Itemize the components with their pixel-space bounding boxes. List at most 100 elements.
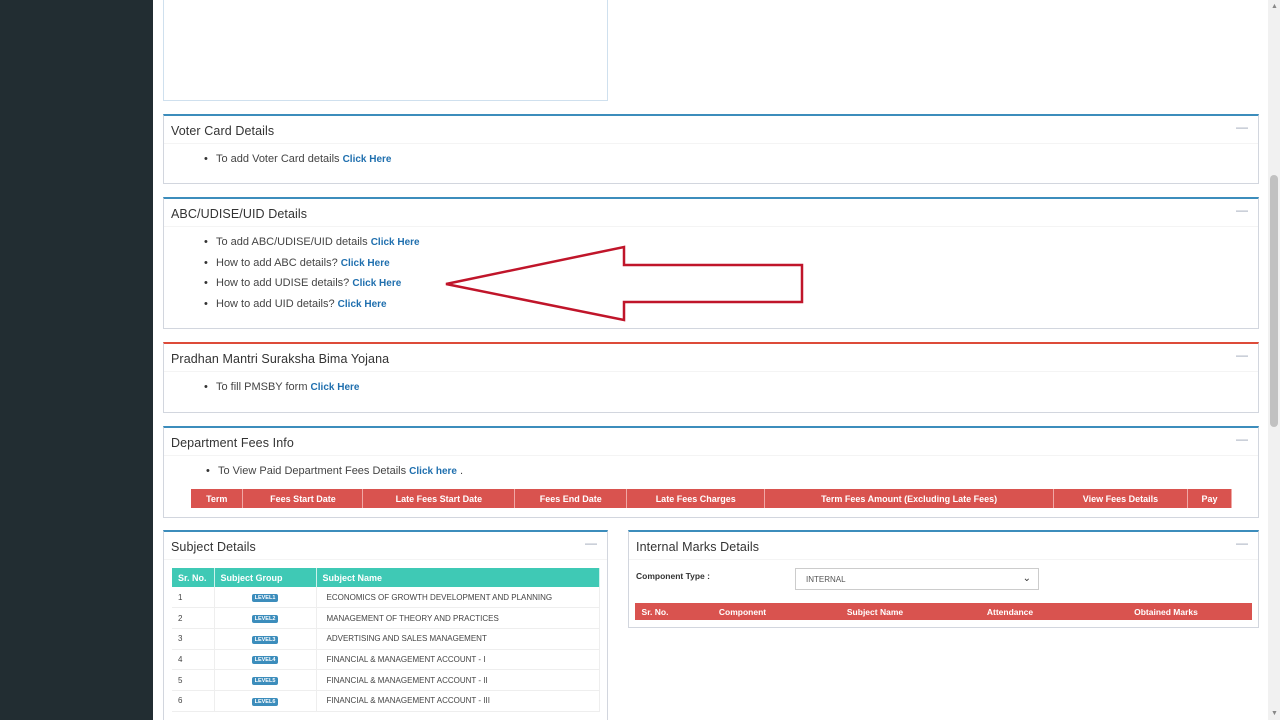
sr-cell: 2 bbox=[172, 607, 215, 629]
subject-name-cell: FINANCIAL & MANAGEMENT ACCOUNT - I bbox=[316, 649, 600, 671]
th-subject-group: Subject Group bbox=[214, 568, 317, 587]
table-header-row: Sr. No. Component Subject Name Attendanc… bbox=[635, 603, 1252, 620]
component-type-select[interactable]: INTERNAL ⌄ bbox=[795, 568, 1039, 590]
table-header-row: Term Fees Start Date Late Fees Start Dat… bbox=[191, 489, 1233, 508]
list-item: To add Voter Card details Click Here bbox=[204, 149, 1258, 170]
level-badge: LEVEL6 bbox=[251, 697, 279, 706]
th-pay: Pay bbox=[1187, 489, 1233, 508]
sr-cell: 6 bbox=[172, 690, 215, 712]
marks-table: Sr. No. Component Subject Name Attendanc… bbox=[635, 603, 1252, 620]
internal-marks-panel: Internal Marks Details — Component Type … bbox=[628, 530, 1259, 628]
sr-cell: 3 bbox=[172, 628, 215, 650]
list-item: How to add ABC details? Click Here bbox=[204, 253, 1258, 274]
list-item: To add ABC/UDISE/UID details Click Here bbox=[204, 232, 1258, 253]
sr-cell: 1 bbox=[172, 587, 215, 609]
top-partial-panel bbox=[163, 0, 608, 101]
level-badge: LEVEL5 bbox=[251, 677, 279, 686]
fees-click-here-link[interactable]: Click here bbox=[409, 466, 457, 477]
list-item: To fill PMSBY form Click Here bbox=[204, 377, 1258, 398]
subject-name-cell: ECONOMICS OF GROWTH DEVELOPMENT AND PLAN… bbox=[316, 587, 600, 609]
subject-table: Sr. No. Subject Group Subject Name 1 LEV… bbox=[172, 568, 600, 712]
list-item-text: To View Paid Department Fees Details bbox=[218, 465, 410, 477]
uid-how-click-here-link[interactable]: Click Here bbox=[338, 299, 387, 310]
table-row: 4 LEVEL4 FINANCIAL & MANAGEMENT ACCOUNT … bbox=[172, 649, 600, 671]
abc-add-click-here-link[interactable]: Click Here bbox=[371, 237, 420, 248]
list-item-text: To add Voter Card details bbox=[216, 153, 343, 165]
minus-icon[interactable]: — bbox=[1236, 204, 1248, 216]
table-row: 6 LEVEL6 FINANCIAL & MANAGEMENT ACCOUNT … bbox=[172, 690, 600, 712]
subject-title: Subject Details bbox=[171, 540, 256, 554]
voter-card-panel: Voter Card Details — To add Voter Card d… bbox=[163, 114, 1259, 184]
th-term: Term bbox=[191, 489, 244, 508]
list-item-suffix: . bbox=[456, 465, 464, 477]
th-late-fees-start-date: Late Fees Start Date bbox=[362, 489, 516, 508]
sidebar bbox=[0, 0, 153, 720]
th-fees-end-date: Fees End Date bbox=[514, 489, 628, 508]
list-item: How to add UID details? Click Here bbox=[204, 294, 1258, 315]
scroll-up-icon[interactable]: ▲ bbox=[1271, 3, 1278, 10]
abc-title: ABC/UDISE/UID Details bbox=[171, 207, 308, 221]
component-type-label: Component Type : bbox=[636, 571, 710, 581]
table-row: 2 LEVEL2 MANAGEMENT OF THEORY AND PRACTI… bbox=[172, 607, 600, 629]
voter-card-title: Voter Card Details bbox=[171, 124, 275, 138]
abc-header: ABC/UDISE/UID Details — bbox=[164, 199, 1258, 227]
marks-title: Internal Marks Details bbox=[636, 540, 760, 554]
minus-icon[interactable]: — bbox=[1236, 433, 1248, 445]
th-component: Component bbox=[675, 603, 810, 620]
scrollbar-thumb[interactable] bbox=[1270, 175, 1278, 427]
subject-name-cell: ADVERTISING AND SALES MANAGEMENT bbox=[316, 628, 600, 650]
th-sr-no: Sr. No. bbox=[172, 568, 215, 587]
voter-click-here-link[interactable]: Click Here bbox=[343, 154, 392, 165]
th-obtained-marks: Obtained Marks bbox=[1080, 603, 1252, 620]
th-subject-name: Subject Name bbox=[316, 568, 600, 587]
sr-cell: 5 bbox=[172, 669, 215, 691]
list-item-text: How to add UID details? bbox=[216, 297, 338, 310]
abc-how-click-here-link[interactable]: Click Here bbox=[341, 258, 390, 269]
fees-title: Department Fees Info bbox=[171, 436, 294, 450]
subject-name-cell: MANAGEMENT OF THEORY AND PRACTICES bbox=[316, 607, 600, 629]
th-late-fees-charges: Late Fees Charges bbox=[626, 489, 766, 508]
level-badge: LEVEL1 bbox=[251, 594, 279, 603]
department-fees-panel: Department Fees Info — To View Paid Depa… bbox=[163, 426, 1259, 518]
level-badge: LEVEL3 bbox=[251, 635, 279, 644]
th-sr-no: Sr. No. bbox=[635, 603, 675, 620]
pmsby-title: Pradhan Mantri Suraksha Bima Yojana bbox=[171, 352, 390, 366]
minus-icon[interactable]: — bbox=[1236, 537, 1248, 549]
subject-header: Subject Details — bbox=[164, 532, 607, 560]
th-attendance: Attendance bbox=[940, 603, 1080, 620]
fees-header: Department Fees Info — bbox=[164, 428, 1258, 456]
list-item-text: How to add UDISE details? bbox=[216, 277, 353, 289]
pmsby-panel: Pradhan Mantri Suraksha Bima Yojana — To… bbox=[163, 342, 1259, 413]
th-subject-name: Subject Name bbox=[810, 603, 940, 620]
udise-how-click-here-link[interactable]: Click Here bbox=[352, 278, 401, 289]
scrollbar[interactable]: ▲ ▼ bbox=[1268, 0, 1280, 720]
minus-icon[interactable]: — bbox=[1236, 349, 1248, 361]
subject-details-panel: Subject Details — Sr. No. Subject Group … bbox=[163, 530, 608, 720]
subject-name-cell: FINANCIAL & MANAGEMENT ACCOUNT - III bbox=[316, 690, 600, 712]
abc-udise-uid-panel: ABC/UDISE/UID Details — To add ABC/UDISE… bbox=[163, 197, 1259, 329]
minus-icon[interactable]: — bbox=[1236, 121, 1248, 133]
list-item-text: How to add ABC details? bbox=[216, 256, 341, 269]
marks-header: Internal Marks Details — bbox=[629, 532, 1258, 560]
table-row: 3 LEVEL3 ADVERTISING AND SALES MANAGEMEN… bbox=[172, 628, 600, 650]
pmsby-header: Pradhan Mantri Suraksha Bima Yojana — bbox=[164, 344, 1258, 372]
chevron-down-icon: ⌄ bbox=[1022, 573, 1031, 584]
th-view-fees-details: View Fees Details bbox=[1053, 489, 1188, 508]
th-fees-start-date: Fees Start Date bbox=[242, 489, 364, 508]
table-row: 1 LEVEL1 ECONOMICS OF GROWTH DEVELOPMENT… bbox=[172, 587, 600, 609]
minus-icon[interactable]: — bbox=[585, 537, 597, 549]
list-item: To View Paid Department Fees Details Cli… bbox=[206, 461, 1258, 482]
pmsby-click-here-link[interactable]: Click Here bbox=[311, 382, 360, 393]
list-item-text: To add ABC/UDISE/UID details bbox=[216, 236, 371, 248]
component-type-value: INTERNAL bbox=[806, 575, 846, 584]
sr-cell: 4 bbox=[172, 649, 215, 671]
th-term-fees-amount: Term Fees Amount (Excluding Late Fees) bbox=[764, 489, 1055, 508]
scroll-down-icon[interactable]: ▼ bbox=[1271, 710, 1278, 717]
level-badge: LEVEL2 bbox=[251, 615, 279, 624]
level-badge: LEVEL4 bbox=[251, 656, 279, 665]
table-row: 5 LEVEL5 FINANCIAL & MANAGEMENT ACCOUNT … bbox=[172, 669, 600, 691]
fees-table: Term Fees Start Date Late Fees Start Dat… bbox=[191, 489, 1233, 508]
voter-card-header: Voter Card Details — bbox=[164, 116, 1258, 144]
list-item: How to add UDISE details? Click Here bbox=[204, 273, 1258, 294]
list-item-text: To fill PMSBY form bbox=[216, 381, 311, 393]
